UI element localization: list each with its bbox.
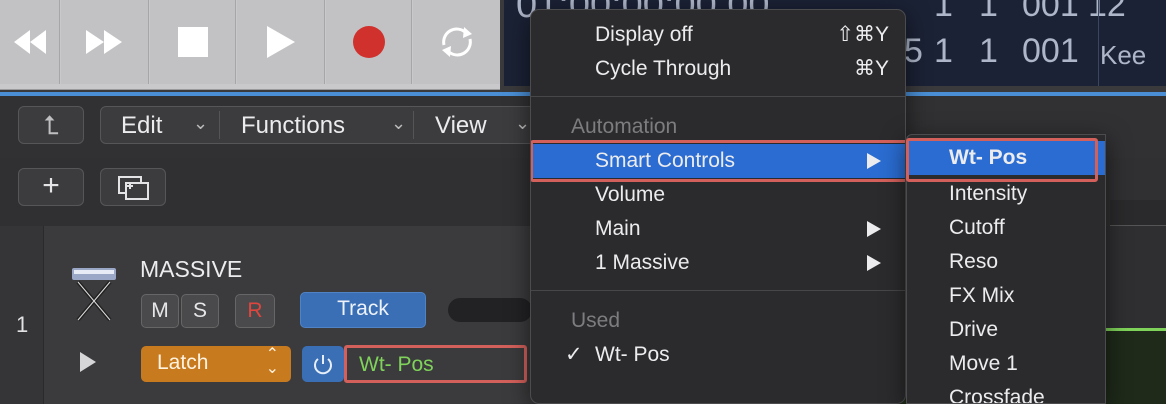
highlight-annotation: [531, 140, 905, 182]
automation-section-header: Automation: [571, 115, 678, 138]
stop-button[interactable]: [150, 0, 236, 84]
lcd-beat-top-3: 001: [1022, 0, 1079, 24]
submenu-item-label: Intensity: [949, 182, 1028, 205]
menu-separator: [531, 96, 905, 97]
menu-item-1-massive[interactable]: 1 Massive: [531, 246, 905, 280]
duplicate-track-button[interactable]: [100, 168, 166, 206]
submenu-item-drive[interactable]: Drive: [907, 313, 1105, 347]
menu-item-shortcut: ⌘Y: [853, 57, 889, 80]
disclosure-triangle-icon[interactable]: [80, 352, 96, 372]
automation-parameter-field[interactable]: Wt- Pos: [344, 345, 527, 383]
submenu-item-reso[interactable]: Reso: [907, 245, 1105, 279]
power-icon: [314, 355, 332, 375]
play-icon: [266, 26, 295, 58]
checkmark-icon: ✓: [565, 343, 583, 366]
record-enable-button[interactable]: R: [235, 294, 275, 328]
mute-button[interactable]: M: [141, 294, 179, 328]
track-name[interactable]: MASSIVE: [140, 256, 242, 283]
lcd-divider: [1098, 0, 1099, 86]
play-button[interactable]: [237, 0, 325, 84]
lcd-key: Kee: [1100, 40, 1147, 70]
menu-item-label: 1 Massive: [595, 251, 690, 274]
submenu-arrow-icon: [867, 255, 881, 271]
record-icon: [352, 26, 385, 58]
submenu-item-label: Drive: [949, 318, 999, 341]
automation-parameter-value: Wt- Pos: [359, 353, 434, 376]
menu-separator: [531, 290, 905, 291]
fast-forward-button[interactable]: [61, 0, 149, 84]
submenu-item-label: Move 1: [949, 352, 1018, 375]
menu-item-main[interactable]: Main: [531, 212, 905, 246]
lcd-beat-bottom-3: 001: [1022, 32, 1079, 70]
menu-item-label: Wt- Pos: [595, 343, 670, 366]
keyboard-icon: [72, 268, 116, 322]
lcd-beat-top-2: 1: [979, 0, 998, 24]
menu-item-label: Display off: [595, 23, 693, 46]
menu-bar: Edit ⌄ Functions ⌄ View ⌄: [100, 106, 540, 144]
menu-item-display-off[interactable]: Display off ⇧⌘Y: [531, 18, 905, 52]
edit-menu[interactable]: Edit: [121, 112, 162, 140]
add-track-button[interactable]: +: [18, 168, 84, 206]
rewind-button[interactable]: [0, 0, 60, 84]
region-automation-lane: [1106, 330, 1166, 404]
menu-item-shortcut: ⇧⌘Y: [836, 23, 889, 46]
volume-slider[interactable]: [448, 298, 532, 322]
view-chevron-icon: ⌄: [515, 113, 531, 133]
duplicate-track-icon: [118, 176, 149, 200]
view-menu[interactable]: View: [435, 112, 487, 140]
lcd-tempo: 12: [1088, 0, 1126, 24]
submenu-item-cutoff[interactable]: Cutoff: [907, 211, 1105, 245]
cycle-icon: [441, 27, 472, 57]
back-icon: ⮤: [43, 110, 59, 140]
submenu-item-label: Crossfade: [949, 386, 1045, 404]
automation-line: [1106, 328, 1166, 331]
submenu-item-crossfade[interactable]: Crossfade: [907, 381, 1105, 404]
submenu-highlight-annotation: [906, 138, 1098, 182]
automation-mode-value: Latch: [157, 351, 209, 374]
menu-divider: [219, 111, 220, 139]
menu-divider: [413, 111, 414, 139]
plus-icon: +: [42, 169, 60, 202]
submenu-item-fx-mix[interactable]: FX Mix: [907, 279, 1105, 313]
back-button[interactable]: ⮤: [18, 106, 84, 144]
track-button[interactable]: Track: [300, 292, 426, 328]
submenu-item-label: Cutoff: [949, 216, 1005, 239]
used-section-header: Used: [571, 309, 621, 332]
automation-mode-select[interactable]: Latch ⌃ ⌄: [141, 346, 291, 382]
edit-chevron-icon: ⌄: [193, 113, 209, 133]
ruler: [1110, 200, 1166, 226]
submenu-arrow-icon: [867, 221, 881, 237]
automation-context-menu: Display off ⇧⌘Y Cycle Through ⌘Y Automat…: [530, 9, 906, 404]
menu-item-label: Cycle Through: [595, 57, 732, 80]
record-button[interactable]: [326, 0, 412, 84]
track-number: 1: [16, 312, 29, 337]
menu-item-label: Volume: [595, 183, 666, 206]
lcd-beat-bottom-2: 1: [979, 32, 998, 70]
lcd-beat-top-1: 1: [934, 0, 953, 24]
lcd-position-bottom: 5: [904, 32, 923, 70]
lcd-beat-bottom-1: 1: [934, 32, 953, 70]
menu-item-volume[interactable]: Volume: [531, 178, 905, 212]
transport-bar: [0, 0, 500, 90]
cycle-button[interactable]: [413, 0, 500, 84]
select-arrows-icon: ⌃ ⌄: [265, 346, 279, 377]
submenu-item-label: FX Mix: [949, 284, 1015, 307]
functions-menu[interactable]: Functions: [241, 112, 345, 140]
menu-item-label: Main: [595, 217, 641, 240]
menu-item-cycle-through[interactable]: Cycle Through ⌘Y: [531, 52, 905, 86]
submenu-item-move-1[interactable]: Move 1: [907, 347, 1105, 381]
rewind-icon: [13, 30, 46, 54]
submenu-item-intensity[interactable]: Intensity: [907, 177, 1105, 211]
automation-power-button[interactable]: [302, 346, 344, 382]
submenu-item-label: Reso: [949, 250, 999, 273]
stop-icon: [177, 27, 208, 57]
track-number-column: 1: [0, 226, 44, 404]
menu-item-used-wt-pos[interactable]: ✓ Wt- Pos: [531, 338, 905, 372]
solo-button[interactable]: S: [181, 294, 219, 328]
fast-forward-icon: [85, 30, 122, 54]
functions-chevron-icon: ⌄: [391, 113, 407, 133]
